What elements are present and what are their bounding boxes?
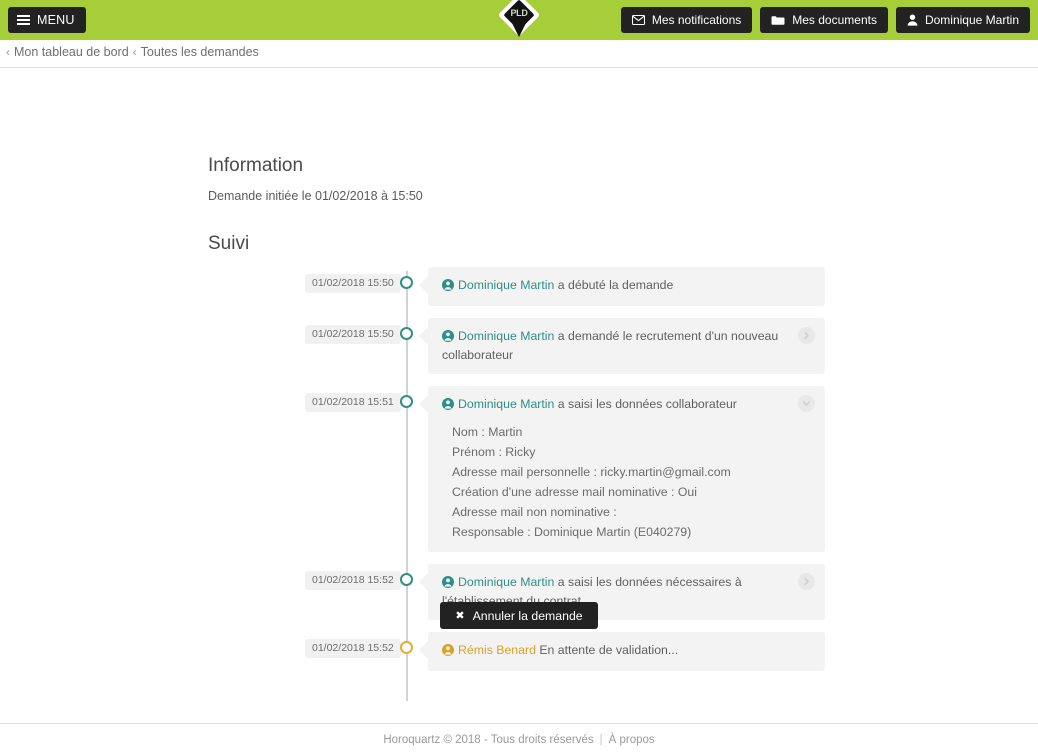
page-footer: Horoquartz © 2018 - Tous droits réservés… bbox=[0, 723, 1038, 755]
timeline-marker bbox=[400, 395, 413, 408]
footer-copyright: Horoquartz © 2018 - Tous droits réservés bbox=[383, 733, 594, 746]
chevron-left-icon: ‹ bbox=[6, 45, 10, 59]
timeline-action-text: En attente de validation... bbox=[535, 643, 679, 657]
hamburger-icon bbox=[17, 15, 30, 25]
timeline-detail-item: Adresse mail personnelle : ricky.martin@… bbox=[452, 465, 731, 479]
timeline-row: 01/02/2018 15:50 Dominique Martin a deman… bbox=[0, 318, 1038, 374]
breadcrumb-item-dashboard[interactable]: Mon tableau de bord bbox=[14, 45, 129, 59]
app-root: MENU PLD Mes notifications Mes documents… bbox=[0, 0, 1038, 755]
user-account-label: Dominique Martin bbox=[924, 13, 1019, 27]
timeline-row: 01/02/2018 15:52 Rémis Benard En attente … bbox=[0, 632, 1038, 671]
close-x-icon: ✖ bbox=[455, 610, 465, 622]
timeline-marker bbox=[400, 276, 413, 289]
user-icon bbox=[907, 14, 918, 26]
suivi-heading: Suivi bbox=[208, 233, 250, 254]
request-initiated-text: Demande initiée le 01/02/2018 à 15:50 bbox=[208, 189, 423, 203]
user-avatar-icon bbox=[442, 644, 454, 659]
timeline-card-headline: Dominique Martin a débuté la demande bbox=[442, 277, 791, 296]
user-avatar-icon bbox=[442, 398, 454, 413]
cancel-request-button[interactable]: ✖ Annuler la demande bbox=[440, 602, 598, 629]
timeline-detail-item: Adresse mail non nominative : bbox=[452, 505, 617, 519]
timeline-timestamp: 01/02/2018 15:50 bbox=[305, 325, 401, 344]
main-content: Information Demande initiée le 01/02/201… bbox=[0, 69, 1038, 724]
timeline-action-text: a débuté la demande bbox=[554, 278, 674, 292]
my-documents-label: Mes documents bbox=[792, 13, 877, 27]
breadcrumb-bar: ‹ Mon tableau de bord ‹ Toutes les deman… bbox=[0, 40, 1038, 101]
timeline-card[interactable]: Dominique Martin a demandé le recrutemen… bbox=[419, 318, 825, 374]
chevron-left-icon: ‹ bbox=[132, 45, 137, 59]
logo-text: PLD bbox=[510, 8, 528, 18]
timeline-detail-item: Création d'une adresse mail nominative :… bbox=[452, 485, 697, 499]
timeline-marker bbox=[400, 641, 413, 654]
timeline-actor-name: Dominique Martin bbox=[458, 397, 555, 411]
timeline-row: 01/02/2018 15:51 Dominique Martin a saisi… bbox=[0, 386, 1038, 552]
footer-about-link[interactable]: À propos bbox=[609, 734, 655, 746]
breadcrumb: ‹ Mon tableau de bord ‹ Toutes les deman… bbox=[6, 45, 259, 59]
cancel-request-label: Annuler la demande bbox=[472, 608, 583, 623]
timeline-actor-name: Rémis Benard bbox=[458, 643, 536, 657]
timeline-detail-item: Nom : Martin bbox=[452, 425, 523, 439]
timeline-marker bbox=[400, 327, 413, 340]
chevron-right-icon[interactable] bbox=[798, 573, 815, 590]
timeline-card-headline: Dominique Martin a demandé le recrutemen… bbox=[442, 328, 791, 364]
folder-icon bbox=[771, 15, 785, 26]
my-documents-button[interactable]: Mes documents bbox=[760, 7, 888, 33]
timeline-card-headline: Dominique Martin a saisi les données col… bbox=[442, 396, 791, 415]
timeline-timestamp: 01/02/2018 15:52 bbox=[305, 639, 401, 658]
top-navigation-bar: MENU PLD Mes notifications Mes documents… bbox=[0, 0, 1038, 40]
actions-bar: ✖ Annuler la demande bbox=[0, 602, 1038, 629]
timeline-card[interactable]: Rémis Benard En attente de validation... bbox=[419, 632, 825, 671]
user-avatar-icon bbox=[442, 330, 454, 345]
timeline-card[interactable]: Dominique Martin a débuté la demande bbox=[419, 267, 825, 306]
chevron-right-icon[interactable] bbox=[798, 327, 815, 344]
menu-button[interactable]: MENU bbox=[8, 7, 86, 33]
timeline-detail-item: Prénom : Ricky bbox=[452, 445, 536, 459]
envelope-icon bbox=[631, 15, 645, 25]
timeline-timestamp: 01/02/2018 15:52 bbox=[305, 571, 401, 590]
footer-separator: | bbox=[599, 733, 603, 746]
user-account-button[interactable]: Dominique Martin bbox=[895, 7, 1030, 33]
my-notifications-button[interactable]: Mes notifications bbox=[620, 7, 753, 33]
user-avatar-icon bbox=[442, 576, 454, 591]
timeline-timestamp: 01/02/2018 15:50 bbox=[305, 274, 401, 293]
timeline-action-text: a saisi les données collaborateur bbox=[554, 397, 737, 411]
user-avatar-icon bbox=[442, 279, 454, 294]
top-nav-button-group: Mes notifications Mes documents Dominiqu… bbox=[620, 7, 1030, 33]
timeline-detail-list: Nom : Martin Prénom : Ricky Adresse mail p… bbox=[442, 422, 791, 542]
information-heading: Information bbox=[208, 155, 304, 176]
timeline-actor-name: Dominique Martin bbox=[458, 329, 555, 343]
breadcrumb-item-all-requests[interactable]: Toutes les demandes bbox=[141, 45, 259, 59]
app-logo: PLD bbox=[497, 0, 541, 44]
timeline-marker bbox=[400, 573, 413, 586]
timeline-row: 01/02/2018 15:50 Dominique Martin a début… bbox=[0, 267, 1038, 306]
timeline-timestamp: 01/02/2018 15:51 bbox=[305, 393, 401, 412]
timeline-card[interactable]: Dominique Martin a saisi les données col… bbox=[419, 386, 825, 552]
timeline-actor-name: Dominique Martin bbox=[458, 575, 555, 589]
chevron-down-icon[interactable] bbox=[798, 395, 815, 412]
timeline-card-headline: Rémis Benard En attente de validation... bbox=[442, 642, 791, 661]
my-notifications-label: Mes notifications bbox=[651, 13, 742, 27]
menu-button-label: MENU bbox=[37, 13, 75, 27]
timeline-detail-item: Responsable : Dominique Martin (E040279) bbox=[452, 525, 692, 539]
timeline-actor-name: Dominique Martin bbox=[458, 278, 555, 292]
